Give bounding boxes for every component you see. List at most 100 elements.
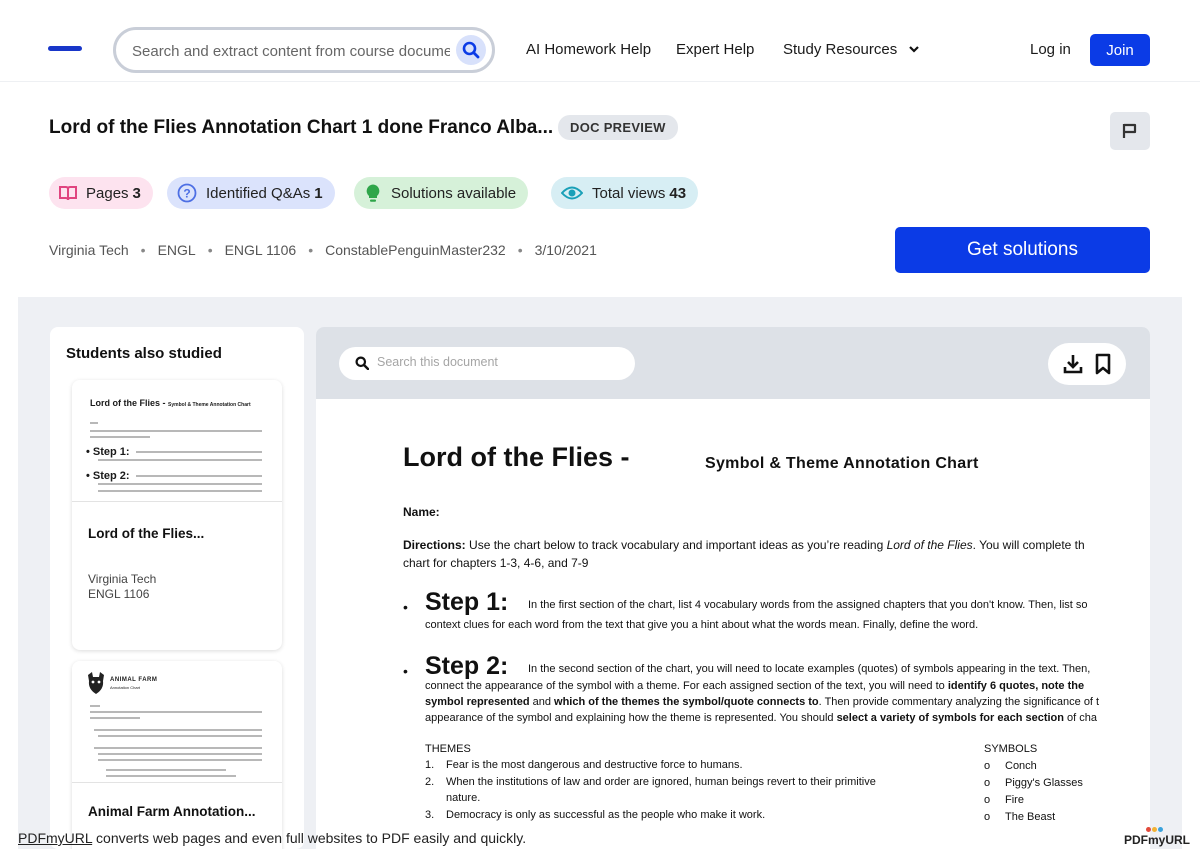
thumb-sub: Symbol & Theme Annotation Chart bbox=[168, 402, 251, 408]
page-subheading: Symbol & Theme Annotation Chart bbox=[705, 455, 979, 472]
pdfmyurl-logo: PDFmyURL bbox=[1124, 827, 1191, 847]
views-value: 43 bbox=[669, 184, 687, 202]
document-page: Lord of the Flies - Symbol & Theme Annot… bbox=[316, 399, 1150, 849]
page-heading: Lord of the Flies - bbox=[403, 442, 630, 472]
card-title: Animal Farm Annotation... bbox=[88, 804, 256, 819]
step-2-line-4c: of cha bbox=[1064, 712, 1098, 724]
search-button[interactable] bbox=[456, 35, 486, 65]
directions-line: Directions: Use the chart below to track… bbox=[403, 537, 1085, 553]
solutions-pill: Solutions available bbox=[354, 177, 529, 209]
theme-text: Democracy is only as successful as the p… bbox=[446, 809, 766, 821]
views-label: Total views bbox=[592, 184, 666, 202]
card-title: Lord of the Flies... bbox=[88, 526, 205, 541]
symbol-item: o The Beast bbox=[984, 809, 1055, 825]
solutions-label: Solutions available bbox=[391, 184, 517, 202]
bullet: • bbox=[403, 663, 408, 679]
theme-item: 3. Democracy is only as successful as the… bbox=[425, 807, 765, 823]
meta-course[interactable]: ENGL 1106 bbox=[225, 242, 297, 258]
thumb-heading: ANIMAL FARM bbox=[110, 677, 158, 683]
nav-study-resources[interactable]: Study Resources bbox=[783, 41, 920, 58]
flag-icon bbox=[1122, 123, 1137, 138]
qa-label: Identified Q&As bbox=[206, 184, 311, 202]
bookmark-icon[interactable] bbox=[1094, 353, 1112, 375]
card-school: Virginia Tech bbox=[88, 572, 157, 586]
symbols-heading: SYMBOLS bbox=[984, 743, 1038, 755]
nav-ai-homework-help[interactable]: AI Homework Help bbox=[526, 41, 651, 58]
step-2-line-4b: select a variety of symbols for each sec… bbox=[836, 712, 1064, 724]
separator: • bbox=[308, 242, 314, 258]
document-title: Lord of the Flies Annotation Chart 1 don… bbox=[49, 117, 554, 138]
search-icon bbox=[355, 356, 369, 370]
views-pill: Total views 43 bbox=[551, 177, 699, 209]
eye-icon bbox=[561, 185, 583, 201]
logo-dots bbox=[1146, 827, 1163, 832]
name-label: Name: bbox=[403, 505, 440, 519]
theme-item: 2. When the institutions of law and order… bbox=[425, 774, 876, 790]
step-2-line-4: appearance of the symbol and explaining … bbox=[425, 710, 1097, 726]
join-button[interactable]: Join bbox=[1090, 34, 1150, 66]
theme-number: 1. bbox=[425, 759, 435, 771]
study-card[interactable]: ANIMAL FARM Annotation Chart Animal Farm… bbox=[72, 661, 282, 849]
report-button[interactable] bbox=[1110, 112, 1150, 150]
meta-subject[interactable]: ENGL bbox=[158, 242, 196, 258]
document-search-input[interactable] bbox=[377, 355, 617, 369]
nav-expert-help[interactable]: Expert Help bbox=[676, 41, 754, 58]
separator: • bbox=[207, 242, 213, 258]
symbol-marker: o bbox=[984, 760, 991, 772]
svg-text:?: ? bbox=[183, 187, 190, 201]
search-icon bbox=[462, 41, 480, 59]
theme-item: 1. Fear is the most dangerous and destruc… bbox=[425, 757, 743, 773]
step-2-text: In the second section of the chart, you … bbox=[528, 663, 1091, 675]
pdfmyurl-logo-text: PDFmyURL bbox=[1124, 833, 1191, 847]
symbol-text: Conch bbox=[1005, 760, 1037, 772]
symbol-marker: o bbox=[984, 777, 991, 789]
directions-text: Use the chart below to track vocabulary … bbox=[465, 538, 887, 552]
step-1-line-2: context clues for each word from the tex… bbox=[425, 619, 979, 631]
thumb-heading-text: Lord of the Flies - bbox=[90, 398, 166, 408]
theme-number: 2. bbox=[425, 776, 435, 788]
study-card[interactable]: Lord of the Flies - Symbol & Theme Annot… bbox=[72, 380, 282, 650]
document-search[interactable] bbox=[339, 347, 635, 380]
theme-continuation: nature. bbox=[446, 792, 481, 804]
document-viewer: Lord of the Flies - Symbol & Theme Annot… bbox=[316, 327, 1150, 849]
nav-study-resources-label: Study Resources bbox=[783, 41, 898, 58]
sidebar-title: Students also studied bbox=[66, 345, 222, 362]
meta-school[interactable]: Virginia Tech bbox=[49, 242, 129, 258]
thumb-heading: Lord of the Flies - Symbol & Theme Annot… bbox=[90, 398, 251, 408]
symbol-marker: o bbox=[984, 794, 991, 806]
step-1-label: Step 1: bbox=[425, 588, 509, 616]
separator: • bbox=[140, 242, 146, 258]
theme-number: 3. bbox=[425, 809, 435, 821]
question-icon: ? bbox=[177, 183, 197, 203]
top-nav: AI Homework Help Expert Help Study Resou… bbox=[0, 0, 1200, 82]
students-also-studied: Students also studied Lord of the Flies … bbox=[50, 327, 304, 849]
directions-tail: . You will complete th bbox=[972, 538, 1085, 552]
thumb-step: • Step 2: bbox=[86, 470, 130, 482]
search-input[interactable] bbox=[132, 42, 450, 60]
pdfmyurl-link[interactable]: PDFmyURL bbox=[18, 830, 92, 846]
document-thumbnail: Lord of the Flies - Symbol & Theme Annot… bbox=[72, 380, 282, 502]
pages-value: 3 bbox=[132, 184, 141, 202]
search-bar[interactable] bbox=[113, 27, 495, 73]
card-meta: Virginia Tech ENGL 1106 bbox=[88, 572, 156, 602]
step-2-line-3: symbol represented and which of the them… bbox=[425, 694, 1099, 710]
pages-label: Pages bbox=[86, 184, 129, 202]
pig-icon bbox=[88, 672, 104, 694]
qa-value: 1 bbox=[314, 184, 323, 202]
directions-label: Directions: bbox=[403, 538, 466, 552]
footer-text: converts web pages and even full website… bbox=[92, 830, 527, 846]
login-link[interactable]: Log in bbox=[1030, 41, 1071, 58]
download-icon[interactable] bbox=[1062, 353, 1084, 375]
meta-date: 3/10/2021 bbox=[534, 242, 597, 258]
viewer-toolbar bbox=[316, 327, 1150, 399]
get-solutions-button[interactable]: Get solutions bbox=[895, 227, 1150, 273]
directions-italic: Lord of the Flies bbox=[886, 538, 973, 552]
symbol-text: Piggy's Glasses bbox=[1005, 777, 1083, 789]
meta-uploader[interactable]: ConstablePenguinMaster232 bbox=[325, 242, 506, 258]
site-logo[interactable] bbox=[48, 46, 82, 51]
pages-pill: Pages 3 bbox=[49, 177, 153, 209]
chevron-down-icon bbox=[909, 46, 920, 53]
book-icon bbox=[59, 185, 77, 201]
doc-preview-badge: DOC PREVIEW bbox=[558, 115, 678, 140]
theme-text: When the institutions of law and order a… bbox=[446, 776, 876, 788]
